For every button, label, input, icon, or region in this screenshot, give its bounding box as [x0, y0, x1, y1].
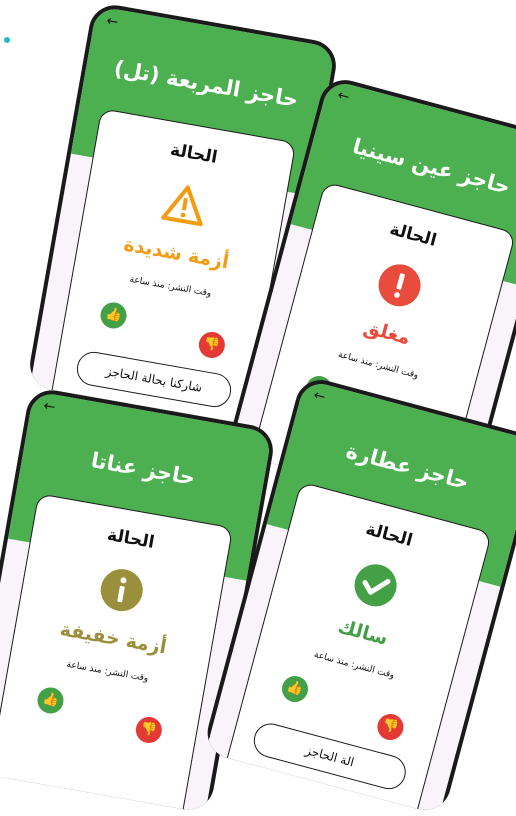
back-arrow-icon[interactable]: ← [42, 398, 56, 416]
checkpoint-title: حاجز المربعة (تل) [112, 56, 300, 113]
thumbs-up-button[interactable]: 👍 [35, 685, 66, 716]
status-card: الحالة أزمة خفيفة وقت النشر: منذ ساعة 👍 … [0, 493, 234, 814]
accent-dot [4, 37, 10, 43]
info-circle-icon [100, 569, 143, 612]
status-text: مغلق [361, 315, 413, 350]
warning-triangle-icon [161, 185, 203, 227]
status-card: الحالة سالك وقت النشر: منذ ساعة 👍 👎 الة … [221, 481, 493, 815]
thumbs-up-button[interactable]: 👍 [98, 300, 129, 331]
status-text: سالك [335, 615, 391, 650]
back-arrow-icon[interactable]: ← [105, 13, 119, 31]
checkpoint-title: حاجز عناتا [89, 448, 197, 490]
back-arrow-icon[interactable]: ← [336, 87, 351, 105]
back-arrow-icon[interactable]: ← [312, 387, 327, 405]
thumbs-down-button[interactable]: 👎 [374, 711, 407, 743]
thumbs-down-button[interactable]: 👎 [133, 714, 164, 746]
check-circle-icon [354, 564, 397, 607]
thumbs-up-button[interactable]: 👍 [279, 673, 311, 705]
thumbs-down-button[interactable]: 👎 [196, 329, 227, 361]
exclamation-circle-icon [378, 264, 421, 307]
